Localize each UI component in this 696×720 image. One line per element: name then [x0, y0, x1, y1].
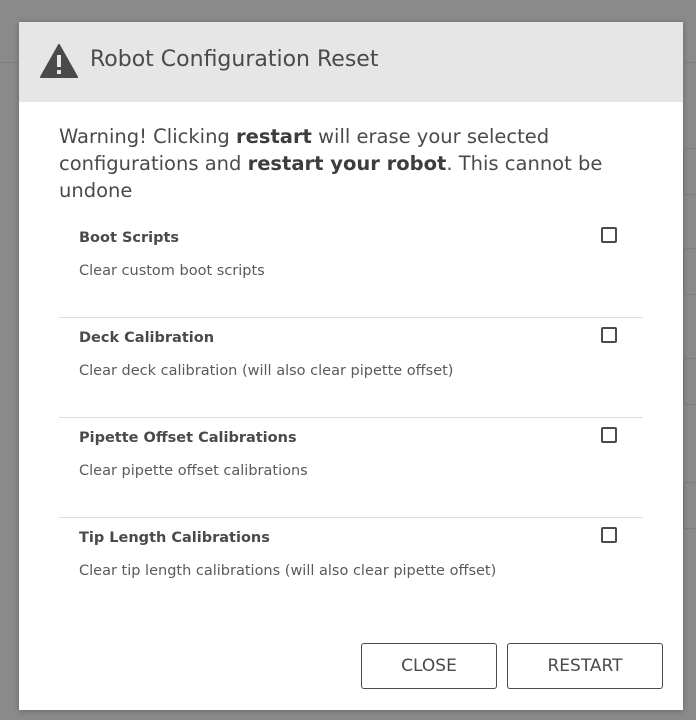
option-title: Deck Calibration	[79, 330, 215, 346]
background-field	[683, 248, 696, 295]
deck-calibration-checkbox[interactable]	[601, 327, 617, 343]
option-deck-calibration: Deck Calibration Clear deck calibration …	[59, 318, 643, 418]
background-field	[683, 358, 696, 405]
pipette-offset-checkbox[interactable]	[601, 427, 617, 443]
option-tip-length-calibrations: Tip Length Calibrations Clear tip length…	[59, 518, 643, 618]
background-field	[683, 148, 696, 195]
robot-config-reset-dialog: Robot Configuration Reset Warning! Click…	[19, 22, 683, 710]
option-title: Boot Scripts	[79, 230, 180, 246]
option-description: Clear tip length calibrations (will also…	[79, 563, 497, 579]
option-description: Clear custom boot scripts	[79, 263, 265, 279]
tip-length-checkbox[interactable]	[601, 527, 617, 543]
restart-button[interactable]: RESTART	[507, 643, 663, 689]
warning-icon	[40, 44, 78, 78]
option-description: Clear pipette offset calibrations	[79, 463, 308, 479]
reset-options-list: Boot Scripts Clear custom boot scripts D…	[59, 218, 643, 618]
dialog-header: Robot Configuration Reset	[19, 22, 683, 102]
boot-scripts-checkbox[interactable]	[601, 227, 617, 243]
option-pipette-offset-calibrations: Pipette Offset Calibrations Clear pipett…	[59, 418, 643, 518]
option-description: Clear deck calibration (will also clear …	[79, 363, 454, 379]
option-title: Pipette Offset Calibrations	[79, 430, 297, 446]
close-button[interactable]: CLOSE	[361, 643, 497, 689]
dialog-title: Robot Configuration Reset	[90, 47, 379, 72]
option-boot-scripts: Boot Scripts Clear custom boot scripts	[59, 218, 643, 318]
warning-message: Warning! Clicking restart will erase you…	[59, 125, 603, 202]
background-field	[683, 482, 696, 529]
option-title: Tip Length Calibrations	[79, 530, 270, 546]
